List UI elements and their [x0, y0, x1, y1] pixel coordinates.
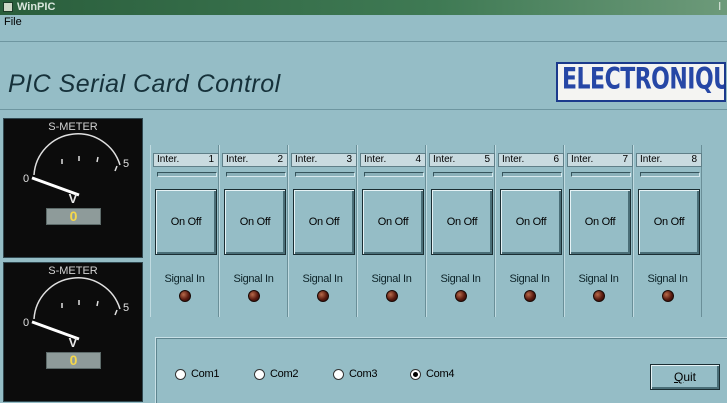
- s-meter-1: S-METER 0 5 V 0: [3, 118, 143, 258]
- signal-led-icon: [524, 290, 536, 302]
- title-bar[interactable]: WinPIC l: [0, 0, 727, 15]
- on-off-button[interactable]: On Off: [293, 189, 355, 255]
- page-title: PIC Serial Card Control: [8, 70, 281, 98]
- channel-label: Inter. 4: [360, 153, 426, 167]
- radio-button-icon[interactable]: [410, 368, 421, 380]
- channel-label: Inter. 2: [222, 153, 288, 167]
- meter-gauge-icon: 0 5: [23, 277, 129, 341]
- electronique-logo: ELECTRONIQUE: [556, 62, 726, 102]
- radio-button-icon[interactable]: [333, 368, 344, 380]
- channel-label: Inter. 1: [153, 153, 219, 167]
- header-divider: [0, 109, 727, 110]
- meter-value: 0: [46, 352, 101, 369]
- channel-5: Inter. 5 On Off Signal In: [426, 145, 495, 317]
- on-off-button[interactable]: On Off: [569, 189, 631, 255]
- channel-6: Inter. 6 On Off Signal In: [495, 145, 564, 317]
- meter-scale-max: 5: [123, 302, 129, 314]
- com-port-group: Com1 Com2 Com3 Com4: [155, 337, 727, 403]
- menu-bar: [0, 15, 727, 42]
- on-off-button[interactable]: On Off: [224, 189, 286, 255]
- channel-indicator-bar: [433, 172, 493, 177]
- signal-led-icon: [248, 290, 260, 302]
- signal-led-icon: [317, 290, 329, 302]
- logo-text: ELECTRONIQUE: [562, 62, 724, 97]
- on-off-button[interactable]: On Off: [362, 189, 424, 255]
- on-off-button[interactable]: On Off: [155, 189, 217, 255]
- window-title: WinPIC: [17, 1, 56, 13]
- channel-indicator-bar: [640, 172, 700, 177]
- on-off-button[interactable]: On Off: [431, 189, 493, 255]
- signal-led-icon: [179, 290, 191, 302]
- radio-button-icon[interactable]: [254, 368, 265, 380]
- channel-indicator-bar: [157, 172, 217, 177]
- signal-in-label: Signal In: [647, 273, 688, 285]
- signal-in-label: Signal In: [440, 273, 481, 285]
- meter-scale-min: 0: [23, 317, 29, 329]
- signal-in-label: Signal In: [371, 273, 412, 285]
- channel-label: Inter. 3: [291, 153, 357, 167]
- signal-led-icon: [593, 290, 605, 302]
- meter-scale-max: 5: [123, 158, 129, 170]
- channel-2: Inter. 2 On Off Signal In: [219, 145, 288, 317]
- app-icon[interactable]: [3, 2, 13, 12]
- signal-led-icon: [386, 290, 398, 302]
- meter-unit: V: [68, 335, 78, 350]
- signal-led-icon: [455, 290, 467, 302]
- s-meter-2: S-METER 0 5 V 0: [3, 262, 143, 402]
- channel-4: Inter. 4 On Off Signal In: [357, 145, 426, 317]
- channel-indicator-bar: [502, 172, 562, 177]
- channel-1: Inter. 1 On Off Signal In: [150, 145, 219, 317]
- app-window: WinPIC l File PIC Serial Card Control EL…: [0, 0, 727, 403]
- meter-scale-min: 0: [23, 173, 29, 185]
- radio-com2[interactable]: Com2: [254, 368, 298, 380]
- channel-label: Inter. 8: [636, 153, 702, 167]
- quit-button[interactable]: Quit: [650, 364, 720, 390]
- radio-com4[interactable]: Com4: [410, 368, 454, 380]
- channel-indicator-bar: [364, 172, 424, 177]
- menu-file[interactable]: File: [4, 16, 22, 28]
- signal-in-label: Signal In: [509, 273, 550, 285]
- channel-8: Inter. 8 On Off Signal In: [633, 145, 702, 317]
- signal-in-label: Signal In: [302, 273, 343, 285]
- signal-in-label: Signal In: [164, 273, 205, 285]
- signal-led-icon: [662, 290, 674, 302]
- meter-value: 0: [46, 208, 101, 225]
- channel-label: Inter. 5: [429, 153, 495, 167]
- radio-com3[interactable]: Com3: [333, 368, 377, 380]
- channel-7: Inter. 7 On Off Signal In: [564, 145, 633, 317]
- meter-unit: V: [68, 191, 78, 206]
- on-off-button[interactable]: On Off: [500, 189, 562, 255]
- channel-indicator-bar: [295, 172, 355, 177]
- channel-label: Inter. 6: [498, 153, 564, 167]
- channel-label: Inter. 7: [567, 153, 633, 167]
- signal-in-label: Signal In: [233, 273, 274, 285]
- channel-3: Inter. 3 On Off Signal In: [288, 145, 357, 317]
- signal-in-label: Signal In: [578, 273, 619, 285]
- radio-button-icon[interactable]: [175, 368, 186, 380]
- channel-indicator-bar: [226, 172, 286, 177]
- radio-com1[interactable]: Com1: [175, 368, 219, 380]
- meter-gauge-icon: 0 5: [23, 133, 129, 197]
- title-bar-glyph: l: [718, 1, 721, 13]
- channel-indicator-bar: [571, 172, 631, 177]
- on-off-button[interactable]: On Off: [638, 189, 700, 255]
